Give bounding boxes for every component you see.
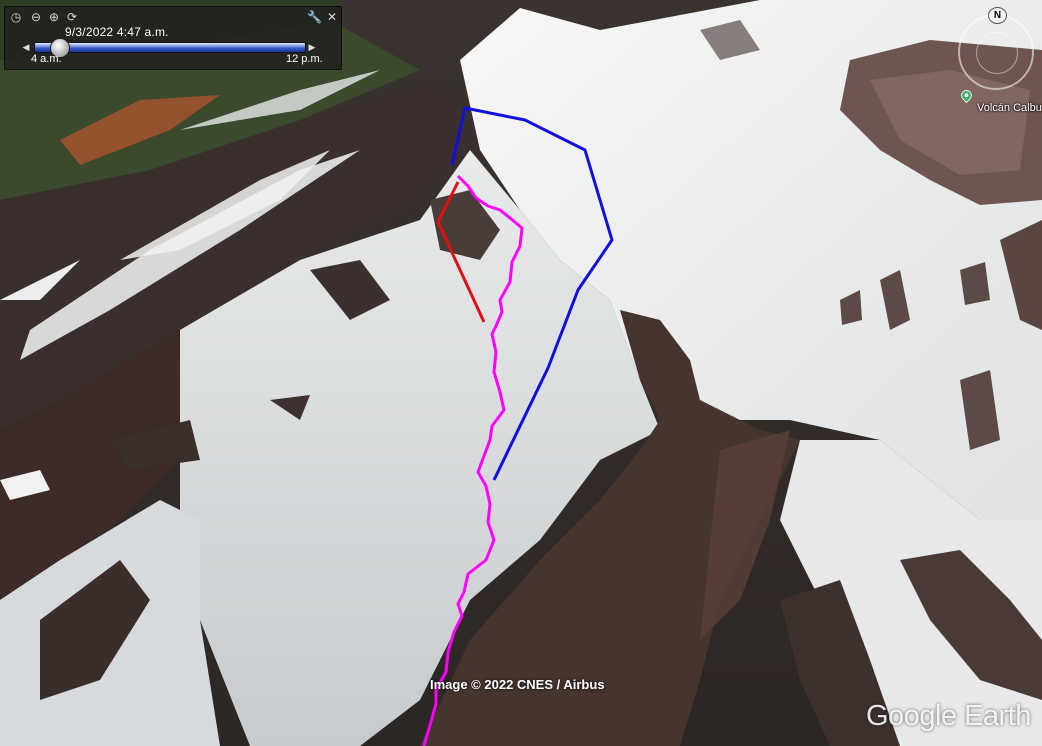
zoom-out-icon[interactable]: ⊖ [29,10,43,24]
north-up-button[interactable]: N [988,7,1007,24]
clock-icon[interactable]: ◷ [9,10,23,24]
navigation-compass-ring[interactable] [958,14,1034,90]
satellite-terrain-map[interactable] [0,0,1042,746]
step-forward-button[interactable]: ▶ [307,42,317,53]
look-joystick[interactable] [976,32,1018,74]
google-earth-logo: Google Earth [866,700,1031,732]
refresh-icon[interactable]: ⟳ [65,10,79,24]
timeline-start-label: 4 a.m. [31,53,62,65]
timeline-date: 9/3/2022 4:47 a.m. [65,25,169,39]
historical-imagery-timeline: ◷ ⊖ ⊕ ⟳ 🔧 ✕ 9/3/2022 4:47 a.m. ◀ ▶ 4 a.m… [4,6,342,70]
place-pin-icon[interactable] [960,90,973,103]
zoom-in-icon[interactable]: ⊕ [47,10,61,24]
timeline-slider-track[interactable] [34,42,306,53]
imagery-credit: Image © 2022 CNES / Airbus [430,677,605,692]
wrench-icon[interactable]: 🔧 [307,10,322,24]
place-label[interactable]: Volcán Calbuco [977,102,1042,114]
step-back-button[interactable]: ◀ [21,42,31,53]
close-icon[interactable]: ✕ [325,10,339,24]
timeline-end-label: 12 p.m. [286,53,323,65]
